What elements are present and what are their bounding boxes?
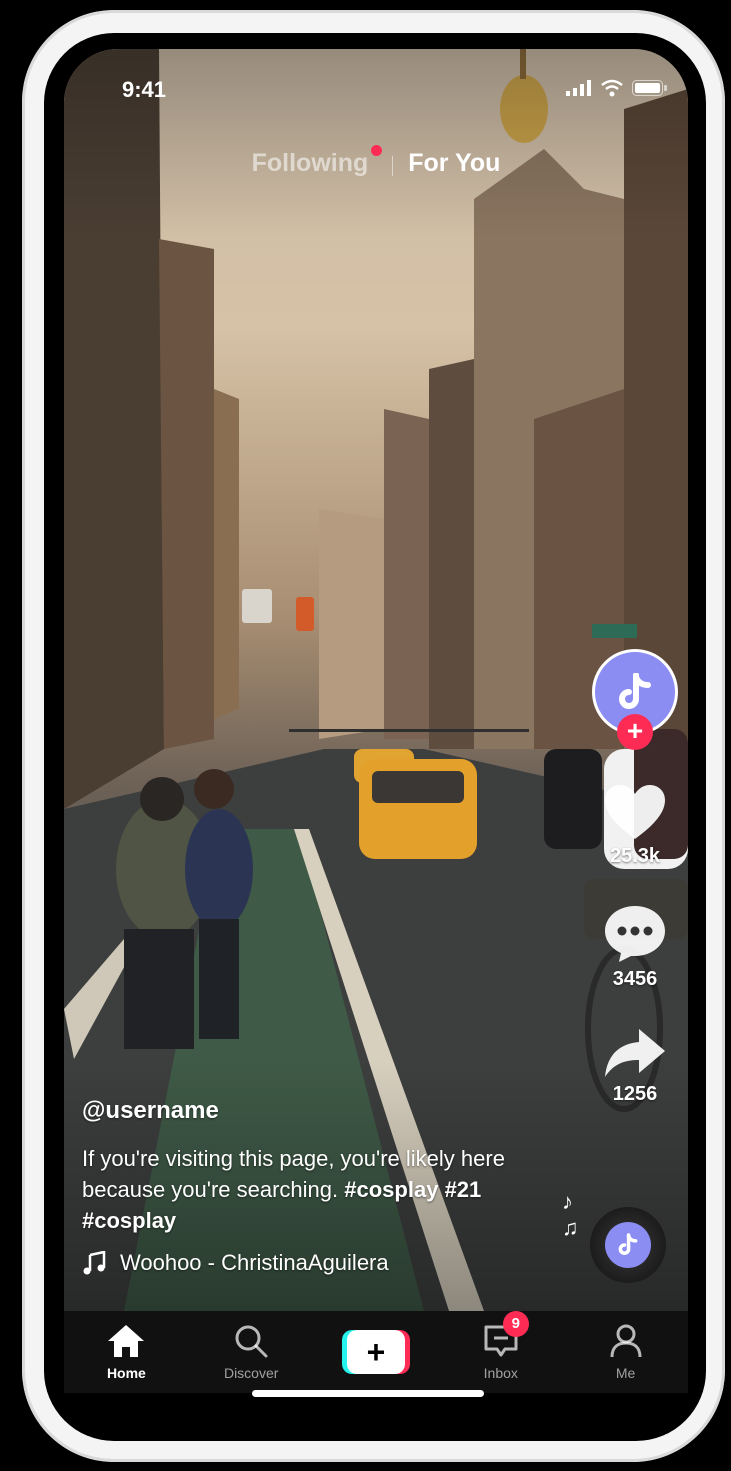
profile-icon (610, 1324, 642, 1358)
tab-following[interactable]: Following (251, 145, 383, 178)
bottom-tab-bar: Home Discover + 9 Inbox Me (64, 1311, 688, 1393)
status-icons (566, 79, 668, 97)
tab-discover-label: Discover (223, 1365, 279, 1381)
hashtag-cosplay[interactable]: #cosplay (344, 1177, 438, 1202)
home-icon (108, 1325, 145, 1357)
like-count: 25.3k (609, 845, 661, 867)
feed-tabs: Following For You (64, 145, 688, 178)
wifi-icon (601, 79, 623, 97)
phone-bezel: 9:41 Following For You + 25.3k 3456 1256… (44, 33, 706, 1441)
comment-action[interactable]: 3456 (603, 904, 667, 991)
share-action[interactable]: 1256 (603, 1027, 667, 1106)
music-track[interactable]: Woohoo - ChristinaAguilera (82, 1250, 562, 1276)
creator-avatar[interactable]: + (592, 649, 678, 750)
create-plus-icon: + (341, 1330, 410, 1374)
share-arrow-icon (605, 1029, 665, 1077)
tab-following-label: Following (251, 149, 369, 177)
caption-body: If you're visiting this page, you're lik… (82, 1146, 505, 1202)
tab-discover[interactable]: Discover (201, 1323, 301, 1381)
tab-inbox[interactable]: 9 Inbox (451, 1311, 551, 1381)
tab-home-label: Home (106, 1365, 146, 1381)
music-track-label: Woohoo - ChristinaAguilera (120, 1250, 389, 1275)
hashtag-21[interactable]: #21 (445, 1177, 482, 1202)
tab-for-you-label: For You (408, 149, 501, 177)
home-indicator (252, 1390, 484, 1397)
hashtag-cosplay-2[interactable]: #cosplay (82, 1208, 176, 1233)
heart-icon (605, 785, 665, 839)
disc-avatar (605, 1222, 651, 1268)
share-count: 1256 (612, 1083, 658, 1105)
username-link[interactable]: @username (82, 1097, 562, 1125)
music-note-icon (83, 1251, 106, 1275)
comment-count: 3456 (612, 968, 658, 990)
comment-icon (605, 906, 665, 962)
video-caption: @username If you're visiting this page, … (82, 1097, 562, 1276)
tab-inbox-label: Inbox (483, 1365, 518, 1381)
tiktok-logo-icon (619, 673, 651, 709)
tab-home[interactable]: Home (76, 1323, 176, 1381)
right-action-rail: + 25.3k 3456 1256 (590, 649, 680, 1106)
notification-dot (371, 145, 383, 156)
search-icon (235, 1325, 268, 1358)
signal-icon (566, 80, 591, 96)
tab-me-label: Me (615, 1365, 636, 1381)
create-button[interactable]: + (326, 1330, 426, 1374)
music-disc[interactable] (590, 1207, 666, 1283)
tab-divider (392, 156, 393, 176)
status-time: 9:41 (122, 77, 167, 102)
music-notes-icon: ♪ ♫ (562, 1189, 579, 1240)
battery-icon (632, 80, 667, 96)
caption-text: If you're visiting this page, you're lik… (82, 1143, 562, 1236)
video-screen[interactable]: 9:41 Following For You + 25.3k 3456 1256… (64, 49, 688, 1311)
like-action[interactable]: 25.3k (603, 783, 667, 868)
inbox-badge: 9 (502, 1311, 529, 1337)
tab-for-you[interactable]: For You (408, 149, 500, 178)
follow-button[interactable]: + (617, 714, 653, 750)
tab-me[interactable]: Me (576, 1323, 676, 1381)
tiktok-logo-icon (618, 1233, 638, 1255)
